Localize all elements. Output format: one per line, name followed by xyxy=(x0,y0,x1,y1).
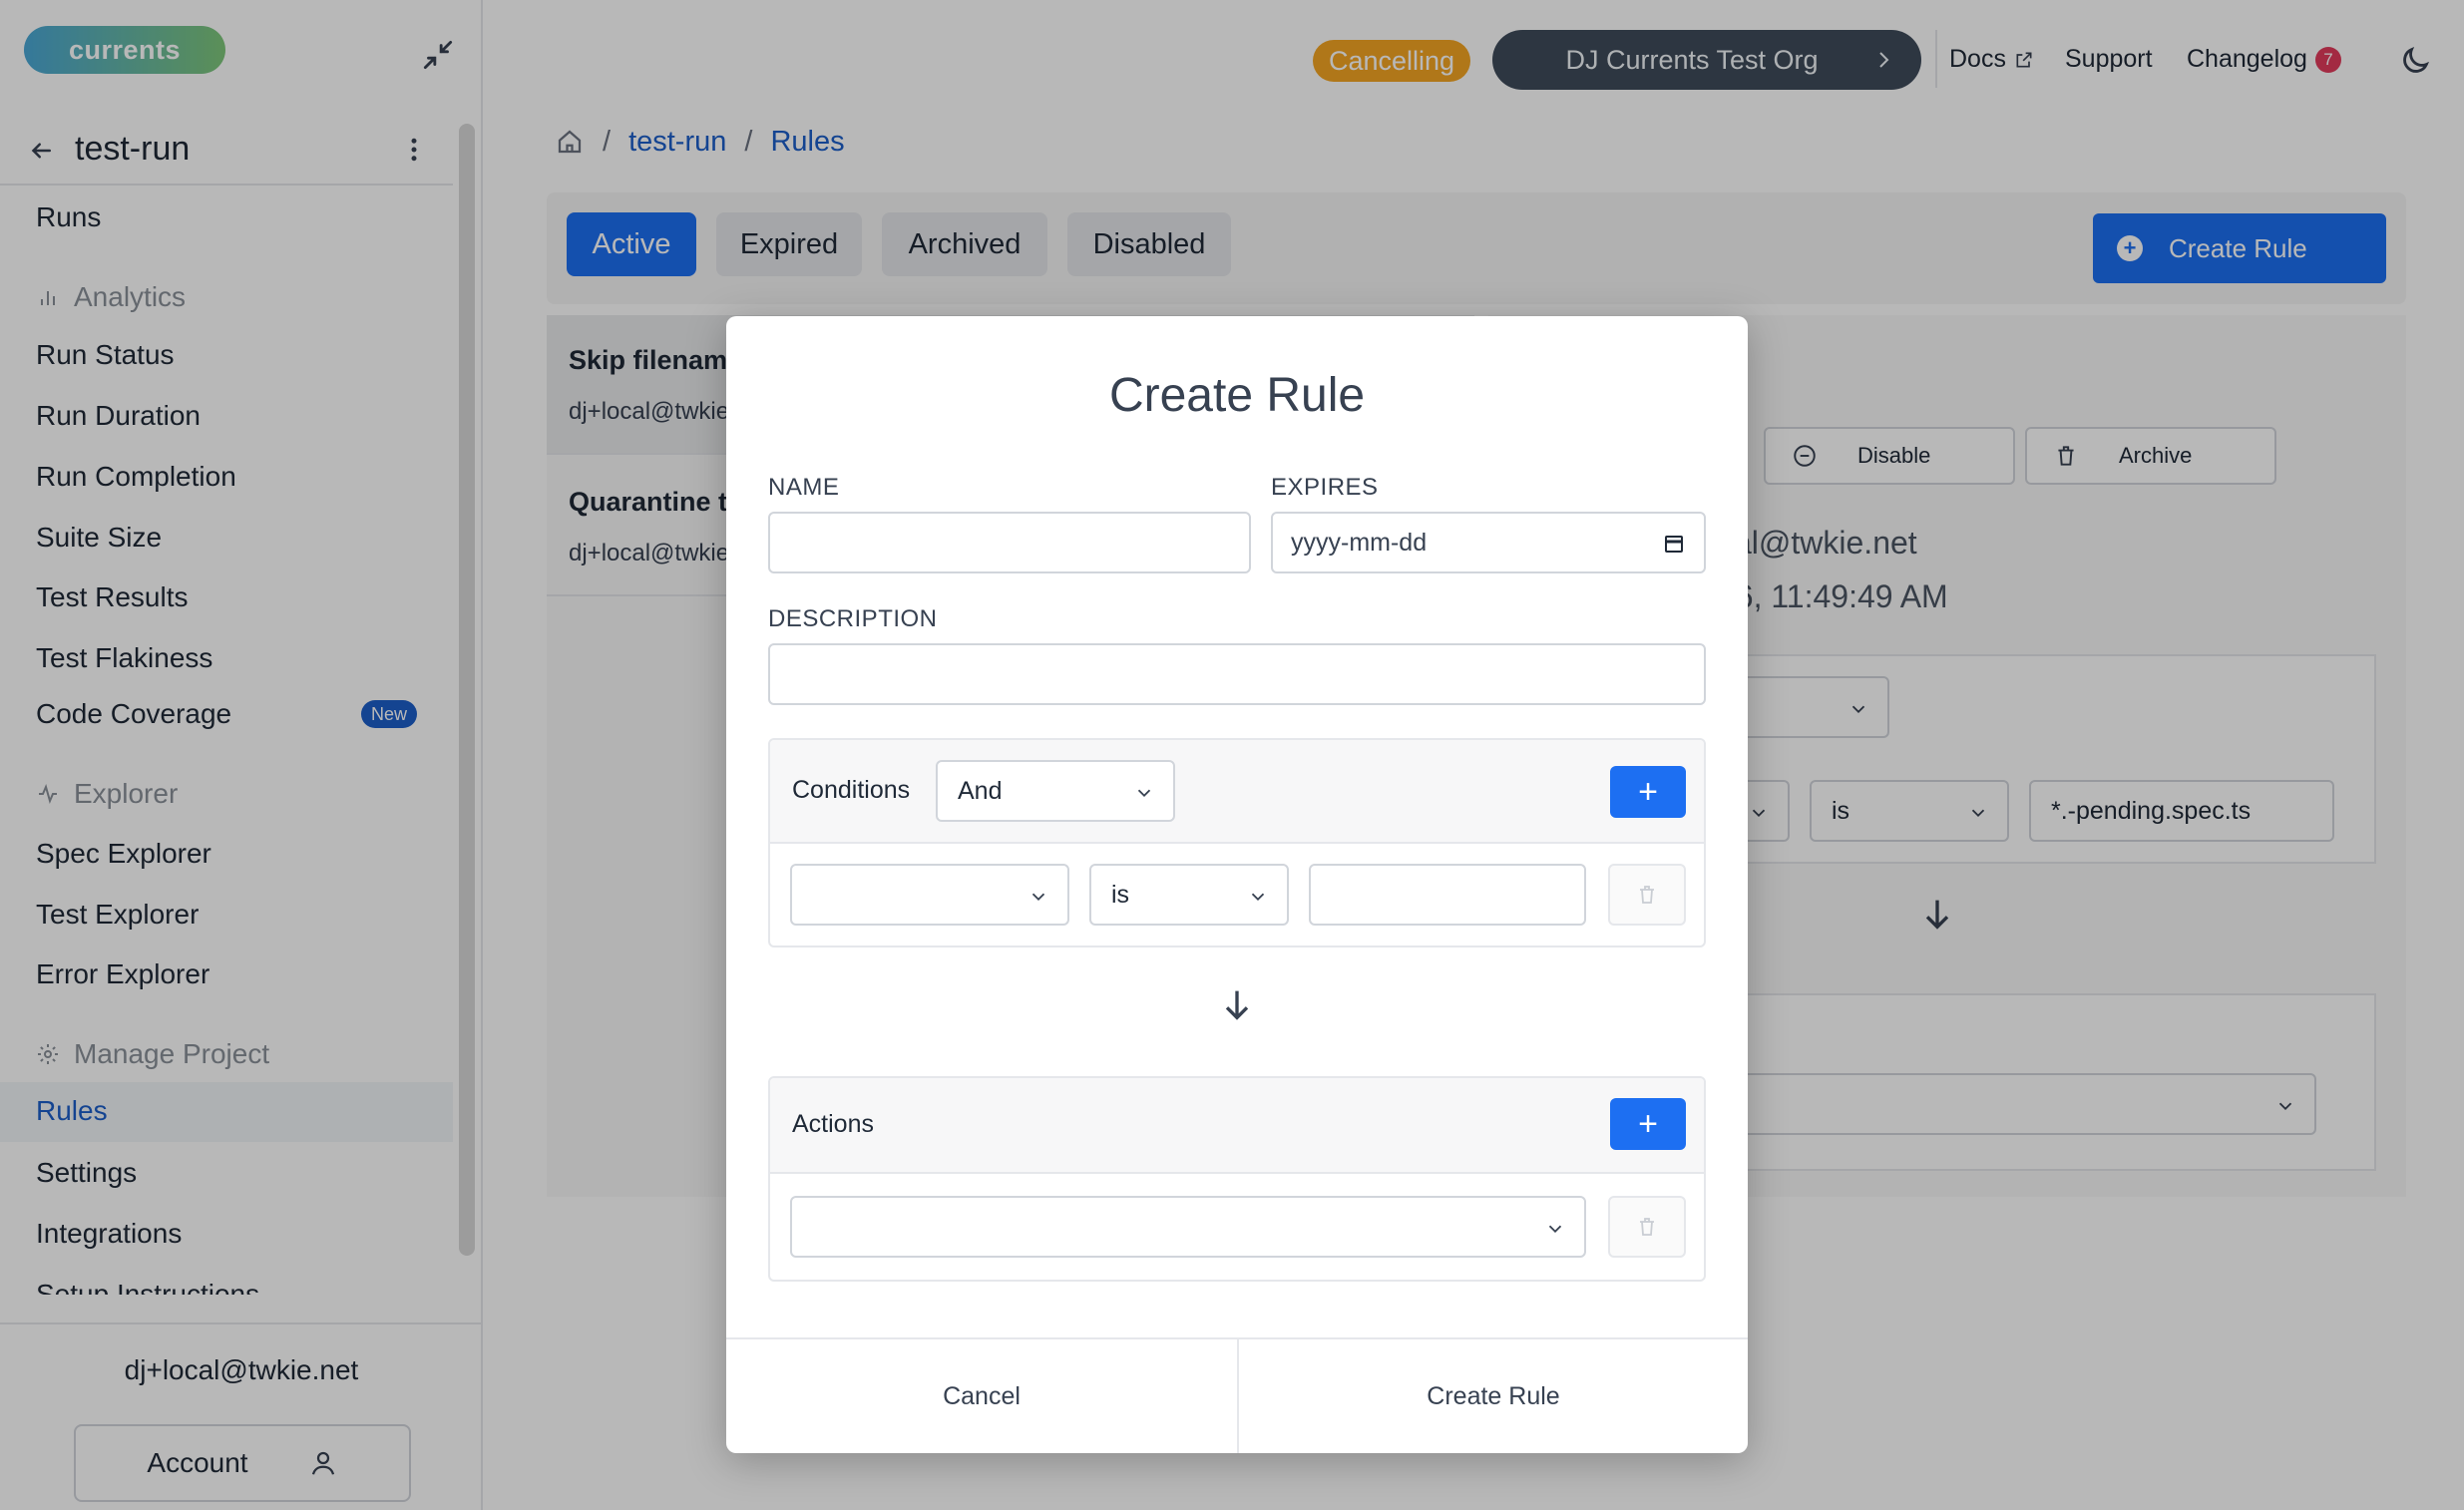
condition-field-select[interactable] xyxy=(790,864,1069,926)
modal-title: Create Rule xyxy=(1108,369,1366,422)
add-condition-button[interactable]: + xyxy=(1610,766,1686,818)
condition-operator-value: is xyxy=(1111,880,1130,909)
actions-section: Actions + xyxy=(768,1076,1706,1282)
description-input[interactable] xyxy=(768,643,1706,705)
delete-condition-button[interactable] xyxy=(1608,864,1686,926)
submit-create-rule-button[interactable]: Create Rule xyxy=(1239,1339,1748,1453)
actions-label: Actions xyxy=(792,1110,874,1138)
condition-value-input[interactable] xyxy=(1309,864,1586,926)
expires-placeholder: yyyy-mm-dd xyxy=(1291,528,1428,557)
trash-icon xyxy=(1640,1218,1654,1236)
chevron-down-icon xyxy=(1251,893,1265,902)
expires-date-input[interactable]: yyyy-mm-dd xyxy=(1271,512,1706,573)
calendar-icon[interactable] xyxy=(1662,532,1686,556)
conditions-label: Conditions xyxy=(792,776,911,804)
chevron-down-icon xyxy=(1137,789,1151,798)
conditions-operator-value: And xyxy=(958,776,1003,805)
action-select[interactable] xyxy=(790,1196,1586,1258)
create-rule-modal: Create Rule NAME EXPIRES yyyy-mm-dd DESC… xyxy=(726,316,1748,1453)
cancel-button[interactable]: Cancel xyxy=(726,1339,1237,1453)
arrow-down-icon xyxy=(1225,990,1249,1020)
modal-footer: Cancel Create Rule xyxy=(726,1337,1748,1453)
add-action-button[interactable]: + xyxy=(1610,1098,1686,1150)
name-label: NAME xyxy=(768,474,840,501)
name-input[interactable] xyxy=(768,512,1251,573)
delete-action-button[interactable] xyxy=(1608,1196,1686,1258)
conditions-section: Conditions And + is xyxy=(768,738,1706,947)
trash-icon xyxy=(1640,886,1654,904)
actions-header: Actions + xyxy=(770,1078,1704,1174)
chevron-down-icon xyxy=(1031,893,1045,902)
description-label: DESCRIPTION xyxy=(768,605,938,632)
conditions-operator-select[interactable]: And xyxy=(936,760,1175,822)
chevron-down-icon xyxy=(1548,1225,1562,1234)
expires-label: EXPIRES xyxy=(1271,474,1379,501)
condition-operator-select[interactable]: is xyxy=(1089,864,1289,926)
conditions-header: Conditions And + xyxy=(770,740,1704,844)
